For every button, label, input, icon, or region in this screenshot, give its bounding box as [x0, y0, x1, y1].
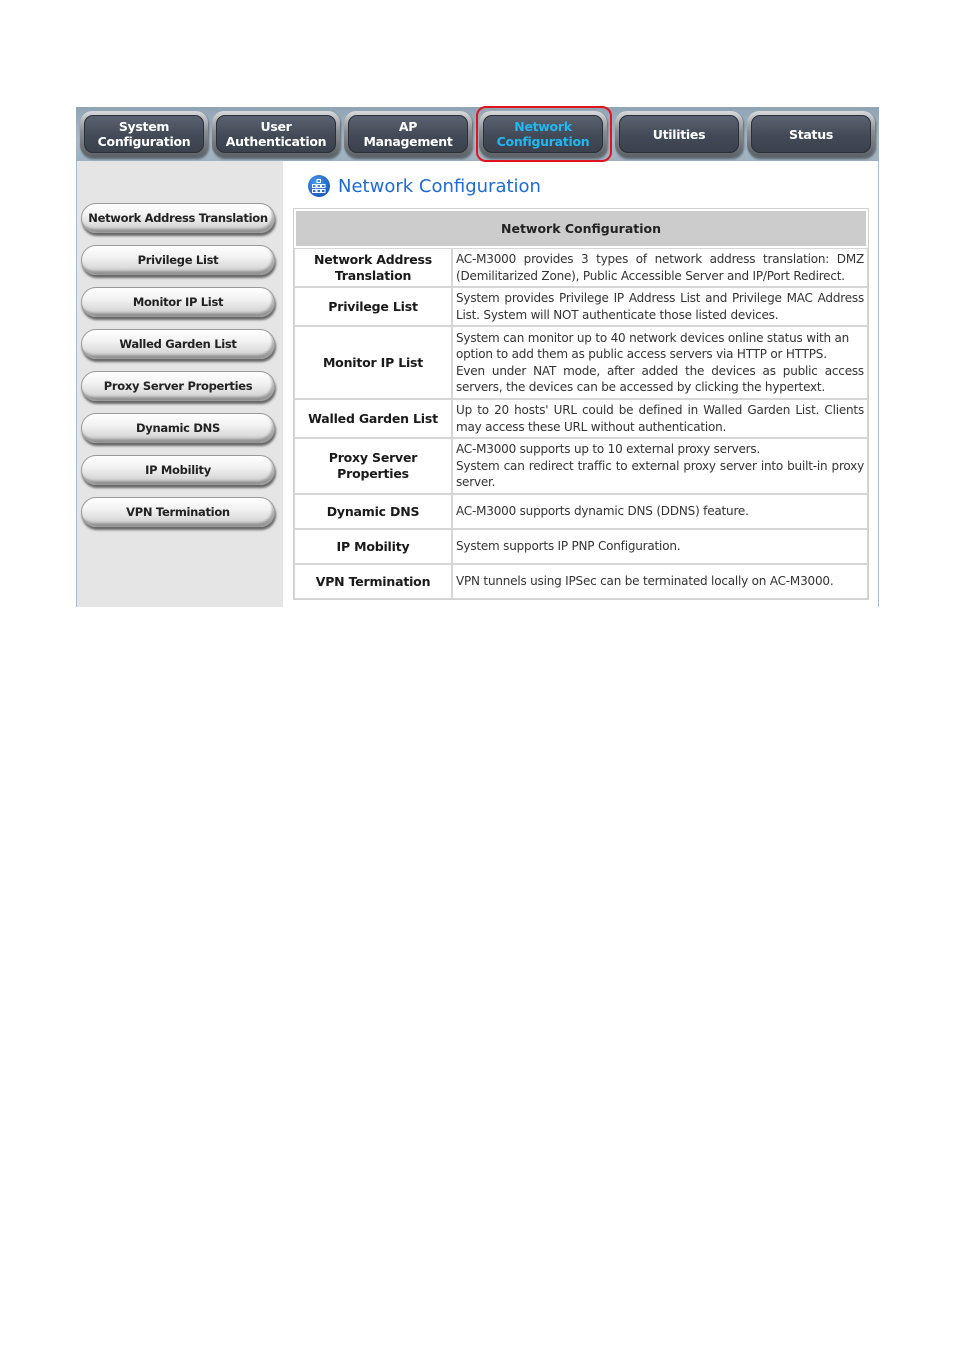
description-text: System provides Privilege IP Address Lis…: [456, 291, 864, 322]
sidebar-item-monitor-ip-list[interactable]: Monitor IP List: [81, 287, 275, 317]
feature-name: Proxy Server Properties: [294, 438, 452, 494]
feature-name: Privilege List: [294, 287, 452, 326]
sidebar-item-walled-garden-list[interactable]: Walled Garden List: [81, 329, 275, 359]
sidebar-item-privilege-list[interactable]: Privilege List: [81, 245, 275, 275]
network-grid-icon: [308, 175, 330, 197]
page-title-text: Network Configuration: [338, 175, 541, 197]
feature-description: AC-M3000 supports dynamic DNS (DDNS) fea…: [452, 494, 868, 529]
table-row: Dynamic DNS AC-M3000 supports dynamic DN…: [294, 494, 868, 529]
network-configuration-table: Network Configuration Network Address Tr…: [293, 208, 869, 600]
tab-label: Utilities: [619, 115, 739, 153]
description-text: AC-M3000 supports up to 10 external prox…: [456, 442, 761, 457]
page-title: Network Configuration: [308, 173, 541, 199]
table-row: Monitor IP List System can monitor up to…: [294, 326, 868, 399]
description-text: VPN tunnels using IPSec can be terminate…: [456, 574, 834, 589]
tab-label: Network Configuration: [483, 115, 603, 153]
feature-name: Network Address Translation: [294, 248, 452, 287]
table-row: Proxy Server Properties AC-M3000 support…: [294, 438, 868, 494]
table-row: Network Address Translation AC-M3000 pro…: [294, 248, 868, 287]
feature-description: Up to 20 hosts' URL could be defined in …: [452, 399, 868, 438]
description-text: AC-M3000 supports dynamic DNS (DDNS) fea…: [456, 504, 749, 519]
table-row: Walled Garden List Up to 20 hosts' URL c…: [294, 399, 868, 438]
feature-description: System can monitor up to 40 network devi…: [452, 326, 868, 399]
description-text: System can monitor up to 40 network devi…: [456, 330, 850, 362]
sidebar: Network Address Translation Privilege Li…: [77, 161, 283, 607]
tab-label: User Authentication: [216, 115, 336, 153]
table-row: Privilege List System provides Privilege…: [294, 287, 868, 326]
feature-name: Monitor IP List: [294, 326, 452, 399]
feature-name: IP Mobility: [294, 529, 452, 564]
table-header: Network Configuration: [294, 209, 868, 248]
tab-network-configuration[interactable]: Network Configuration: [476, 106, 612, 162]
tab-status[interactable]: Status: [747, 111, 875, 157]
top-navigation-bar: System Configuration User Authentication…: [76, 106, 879, 162]
description-text: Even under NAT mode, after added the dev…: [456, 363, 864, 395]
feature-name: Walled Garden List: [294, 399, 452, 438]
feature-name: Dynamic DNS: [294, 494, 452, 529]
sidebar-item-proxy-server-properties[interactable]: Proxy Server Properties: [81, 371, 275, 401]
tab-user-authentication[interactable]: User Authentication: [212, 111, 340, 157]
table-row: IP Mobility System supports IP PNP Confi…: [294, 529, 868, 564]
tab-ap-management[interactable]: AP Management: [344, 111, 472, 157]
tab-label: AP Management: [348, 115, 468, 153]
description-text: Up to 20 hosts' URL could be defined in …: [456, 403, 864, 434]
sidebar-item-network-address-translation[interactable]: Network Address Translation: [81, 203, 275, 233]
tab-utilities[interactable]: Utilities: [615, 111, 743, 157]
sidebar-item-dynamic-dns[interactable]: Dynamic DNS: [81, 413, 275, 443]
description-text: AC-M3000 provides 3 types of network add…: [456, 252, 864, 283]
feature-name: VPN Termination: [294, 564, 452, 599]
description-text: System supports IP PNP Configuration.: [456, 539, 681, 554]
feature-description: System supports IP PNP Configuration.: [452, 529, 868, 564]
feature-description: System provides Privilege IP Address Lis…: [452, 287, 868, 326]
feature-description: AC-M3000 supports up to 10 external prox…: [452, 438, 868, 494]
description-text: System can redirect traffic to external …: [456, 458, 864, 490]
tab-system-configuration[interactable]: System Configuration: [80, 111, 208, 157]
table-row: VPN Termination VPN tunnels using IPSec …: [294, 564, 868, 599]
tab-label: System Configuration: [84, 115, 204, 153]
sidebar-item-vpn-termination[interactable]: VPN Termination: [81, 497, 275, 527]
tab-label: Status: [751, 115, 871, 153]
sidebar-item-ip-mobility[interactable]: IP Mobility: [81, 455, 275, 485]
feature-description: AC-M3000 provides 3 types of network add…: [452, 248, 868, 287]
feature-description: VPN tunnels using IPSec can be terminate…: [452, 564, 868, 599]
